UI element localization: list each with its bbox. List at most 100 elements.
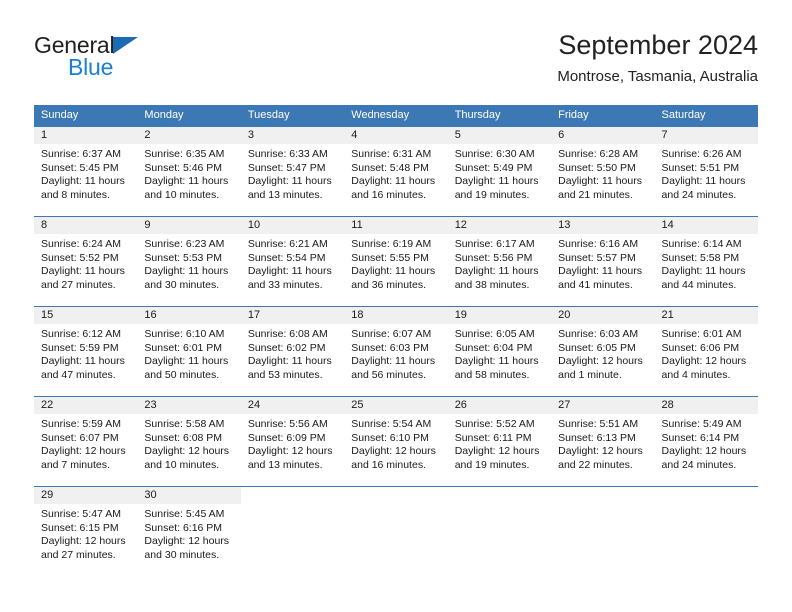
day-number-strip: 5 — [447, 127, 552, 144]
daylight-text-line2: and 22 minutes. — [558, 458, 633, 471]
day-number: 16 — [144, 309, 157, 321]
day-number-strip: 6 — [551, 127, 655, 144]
day-cell[interactable]: 25 Sunrise: 5:54 AM Sunset: 6:10 PM Dayl… — [344, 397, 448, 486]
day-number: 10 — [247, 219, 261, 231]
day-details: Sunrise: 6:23 AM Sunset: 5:53 PM Dayligh… — [137, 234, 240, 292]
day-cell[interactable]: 27 Sunrise: 5:51 AM Sunset: 6:13 PM Dayl… — [551, 397, 655, 486]
sunset-text: Sunset: 5:57 PM — [558, 251, 636, 264]
day-number-strip: 22 — [34, 397, 138, 414]
day-cell[interactable]: 4 Sunrise: 6:31 AM Sunset: 5:48 PM Dayli… — [344, 127, 448, 216]
day-cell[interactable]: 11 Sunrise: 6:19 AM Sunset: 5:55 PM Dayl… — [344, 217, 448, 306]
day-cell[interactable]: 12 Sunrise: 6:17 AM Sunset: 5:56 PM Dayl… — [447, 217, 552, 306]
day-number-strip — [448, 487, 551, 504]
day-cell[interactable]: 6 Sunrise: 6:28 AM Sunset: 5:50 PM Dayli… — [551, 127, 655, 216]
day-cell[interactable]: 28 Sunrise: 5:49 AM Sunset: 6:14 PM Dayl… — [654, 397, 758, 486]
day-number: 30 — [144, 489, 157, 501]
sunset-text: Sunset: 6:10 PM — [351, 431, 429, 444]
day-number: 9 — [144, 219, 151, 231]
day-cell[interactable]: 24 Sunrise: 5:56 AM Sunset: 6:09 PM Dayl… — [240, 397, 345, 486]
day-cell[interactable]: 17 Sunrise: 6:08 AM Sunset: 6:02 PM Dayl… — [240, 307, 345, 396]
daylight-text-line2: and 58 minutes. — [454, 368, 530, 381]
day-number-strip: 1 — [34, 127, 138, 144]
day-number: 27 — [558, 399, 571, 411]
daylight-text-line1: Daylight: 11 hours — [144, 355, 229, 368]
day-cell[interactable]: 5 Sunrise: 6:30 AM Sunset: 5:49 PM Dayli… — [447, 127, 552, 216]
day-cell[interactable]: 7 Sunrise: 6:26 AM Sunset: 5:51 PM Dayli… — [654, 127, 758, 216]
day-details: Sunrise: 5:56 AM Sunset: 6:09 PM Dayligh… — [241, 414, 344, 472]
day-number: 18 — [351, 309, 364, 321]
sunrise-text: Sunrise: 6:33 AM — [247, 148, 328, 160]
day-details: Sunrise: 6:01 AM Sunset: 6:06 PM Dayligh… — [655, 324, 758, 382]
day-details: Sunrise: 6:35 AM Sunset: 5:46 PM Dayligh… — [137, 144, 240, 202]
sunset-text: Sunset: 6:14 PM — [661, 431, 740, 444]
day-number-strip: 26 — [447, 397, 552, 414]
daylight-text-line2: and 19 minutes. — [454, 458, 530, 471]
day-cell[interactable]: 14 Sunrise: 6:14 AM Sunset: 5:58 PM Dayl… — [654, 217, 758, 306]
page-subtitle: Montrose, Tasmania, Australia — [557, 68, 758, 85]
sunrise-text: Sunrise: 6:12 AM — [41, 328, 121, 340]
day-cell[interactable]: 8 Sunrise: 6:24 AM Sunset: 5:52 PM Dayli… — [34, 217, 138, 306]
sunset-text: Sunset: 6:01 PM — [144, 341, 223, 354]
daylight-text-line1: Daylight: 11 hours — [351, 175, 436, 188]
day-cell[interactable]: 22 Sunrise: 5:59 AM Sunset: 6:07 PM Dayl… — [34, 397, 138, 486]
day-cell[interactable]: 20 Sunrise: 6:03 AM Sunset: 6:05 PM Dayl… — [551, 307, 655, 396]
sunset-text: Sunset: 5:59 PM — [41, 341, 119, 354]
sunrise-text: Sunrise: 6:14 AM — [661, 238, 742, 250]
sunset-text: Sunset: 6:11 PM — [454, 431, 532, 444]
day-cell[interactable]: 29 Sunrise: 5:47 AM Sunset: 6:15 PM Dayl… — [34, 487, 138, 576]
day-cell[interactable]: 9 Sunrise: 6:23 AM Sunset: 5:53 PM Dayli… — [137, 217, 241, 306]
page-title: September 2024 — [558, 30, 758, 60]
day-number: 25 — [351, 399, 364, 411]
day-number: 22 — [41, 399, 54, 411]
day-number: 19 — [454, 309, 467, 321]
day-cell[interactable]: 10 Sunrise: 6:21 AM Sunset: 5:54 PM Dayl… — [240, 217, 345, 306]
day-number: 23 — [144, 399, 157, 411]
day-details: Sunrise: 6:07 AM Sunset: 6:03 PM Dayligh… — [344, 324, 447, 382]
day-number: 21 — [661, 309, 674, 321]
daylight-text-line1: Daylight: 12 hours — [144, 445, 230, 458]
daylight-text-line2: and 38 minutes. — [454, 278, 530, 291]
calendar-page: General Blue September 2024 Montrose, Ta… — [0, 0, 792, 612]
daylight-text-line2: and 7 minutes. — [41, 458, 110, 471]
day-cell[interactable]: 30 Sunrise: 5:45 AM Sunset: 6:16 PM Dayl… — [137, 487, 241, 576]
day-cell[interactable]: 18 Sunrise: 6:07 AM Sunset: 6:03 PM Dayl… — [344, 307, 448, 396]
daylight-text-line1: Daylight: 11 hours — [247, 265, 332, 278]
day-details: Sunrise: 5:45 AM Sunset: 6:16 PM Dayligh… — [137, 504, 240, 562]
weekday-friday: Friday — [558, 109, 589, 121]
sunset-text: Sunset: 5:48 PM — [351, 161, 429, 174]
brand-word-general: General — [34, 32, 115, 58]
sunset-text: Sunset: 6:05 PM — [558, 341, 636, 354]
sunrise-text: Sunrise: 5:51 AM — [558, 418, 639, 430]
day-cell-empty — [655, 487, 758, 576]
day-cell[interactable]: 2 Sunrise: 6:35 AM Sunset: 5:46 PM Dayli… — [137, 127, 241, 216]
sunset-text: Sunset: 5:51 PM — [661, 161, 740, 174]
day-details: Sunrise: 6:17 AM Sunset: 5:56 PM Dayligh… — [448, 234, 551, 292]
sunset-text: Sunset: 5:54 PM — [247, 251, 326, 264]
day-cell[interactable]: 16 Sunrise: 6:10 AM Sunset: 6:01 PM Dayl… — [137, 307, 241, 396]
day-cell[interactable]: 1 Sunrise: 6:37 AM Sunset: 5:45 PM Dayli… — [34, 127, 138, 216]
day-cell[interactable]: 19 Sunrise: 6:05 AM Sunset: 6:04 PM Dayl… — [447, 307, 552, 396]
day-cell-empty — [448, 487, 551, 576]
day-details: Sunrise: 6:31 AM Sunset: 5:48 PM Dayligh… — [344, 144, 447, 202]
sunset-text: Sunset: 5:46 PM — [144, 161, 223, 174]
day-cell[interactable]: 15 Sunrise: 6:12 AM Sunset: 5:59 PM Dayl… — [34, 307, 138, 396]
daylight-text-line1: Daylight: 12 hours — [144, 535, 230, 548]
daylight-text-line1: Daylight: 11 hours — [41, 355, 125, 368]
day-number: 5 — [454, 129, 461, 141]
day-number: 29 — [41, 489, 54, 501]
weekday-sunday: Sunday — [41, 109, 79, 121]
day-cell[interactable]: 3 Sunrise: 6:33 AM Sunset: 5:47 PM Dayli… — [240, 127, 345, 216]
daylight-text-line1: Daylight: 11 hours — [41, 265, 125, 278]
sunset-text: Sunset: 5:52 PM — [41, 251, 119, 264]
day-cell[interactable]: 23 Sunrise: 5:58 AM Sunset: 6:08 PM Dayl… — [137, 397, 241, 486]
day-details: Sunrise: 6:16 AM Sunset: 5:57 PM Dayligh… — [551, 234, 654, 292]
daylight-text-line2: and 13 minutes. — [247, 458, 323, 471]
brand-logo[interactable]: General Blue — [34, 32, 234, 88]
day-number-strip: 19 — [447, 307, 552, 324]
day-number: 8 — [41, 219, 48, 231]
day-cell[interactable]: 26 Sunrise: 5:52 AM Sunset: 6:11 PM Dayl… — [447, 397, 552, 486]
day-cell[interactable]: 13 Sunrise: 6:16 AM Sunset: 5:57 PM Dayl… — [551, 217, 655, 306]
day-details: Sunrise: 5:58 AM Sunset: 6:08 PM Dayligh… — [137, 414, 240, 472]
daylight-text-line2: and 27 minutes. — [41, 278, 116, 291]
day-cell[interactable]: 21 Sunrise: 6:01 AM Sunset: 6:06 PM Dayl… — [654, 307, 758, 396]
